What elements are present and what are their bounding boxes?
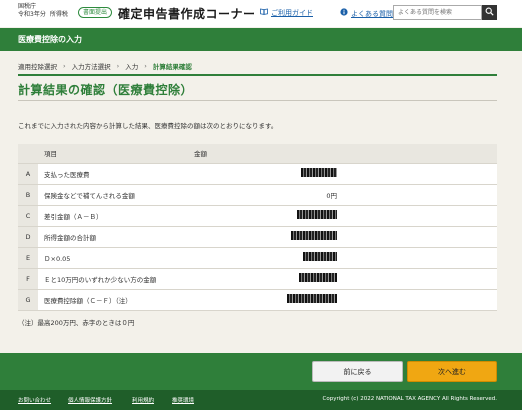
tax-type: 所得税 bbox=[49, 11, 68, 18]
chevron-right-icon: › bbox=[116, 61, 120, 70]
row-amount bbox=[188, 268, 497, 290]
row-letter: C bbox=[18, 205, 38, 227]
row-letter: D bbox=[18, 226, 38, 248]
agency-info: 国税庁 令和3年分 所得税 bbox=[18, 3, 68, 19]
redacted-value bbox=[303, 252, 337, 261]
table-header-row: 項目 金額 bbox=[18, 144, 497, 164]
step-item: 適用控除選択 bbox=[18, 62, 57, 71]
footnote: （注）最高200万円、赤字のときは０円 bbox=[18, 319, 135, 327]
next-button[interactable]: 次へ進む bbox=[407, 361, 497, 382]
table-row: E Ｄ×0.05 bbox=[18, 247, 497, 269]
footer-link-terms[interactable]: 利用規約 bbox=[132, 396, 154, 404]
chevron-right-icon: › bbox=[63, 61, 66, 70]
agency-name: 国税庁 bbox=[18, 3, 37, 10]
row-item: 医療費控除額（Ｃ－Ｆ）（注） bbox=[38, 289, 188, 311]
step-item: 入力 bbox=[125, 62, 139, 71]
faq-link-label: よくある質問 bbox=[351, 10, 393, 18]
title-divider bbox=[18, 100, 497, 101]
row-amount bbox=[188, 247, 497, 269]
back-button[interactable]: 前に戻る bbox=[312, 361, 403, 382]
table-row: B 保険金などで補てんされる金額 0円 bbox=[18, 184, 497, 206]
redacted-value bbox=[287, 294, 337, 303]
column-header-item: 項目 bbox=[38, 144, 188, 164]
footer-link-contact[interactable]: お問い合わせ bbox=[18, 396, 51, 404]
submission-badge: 書面提出 bbox=[78, 7, 113, 18]
info-circle-icon bbox=[340, 8, 348, 18]
step-divider bbox=[18, 74, 497, 76]
footer-link-environment[interactable]: 推奨環境 bbox=[172, 396, 194, 404]
faq-link[interactable]: よくある質問 bbox=[340, 8, 393, 19]
row-item: Ｄ×0.05 bbox=[38, 247, 188, 269]
guide-link-label: ご利用ガイド bbox=[271, 9, 313, 17]
book-icon bbox=[260, 8, 268, 17]
table-row: G 医療費控除額（Ｃ－Ｆ）（注） bbox=[18, 289, 497, 311]
row-item: 保険金などで補てんされる金額 bbox=[38, 184, 188, 206]
row-letter: E bbox=[18, 247, 38, 269]
chevron-right-icon: › bbox=[144, 61, 147, 70]
search-button[interactable] bbox=[482, 5, 497, 20]
step-item: 入力方法選択 bbox=[71, 62, 111, 71]
table-row: F Ｅと10万円のいずれか少ない方の金額 bbox=[18, 268, 497, 290]
redacted-value bbox=[299, 273, 337, 282]
app-title: 確定申告書作成コーナー bbox=[118, 7, 256, 21]
row-amount bbox=[188, 163, 497, 185]
table-row: C 差引金額（Ａ－Ｂ） bbox=[18, 205, 497, 227]
year-tax-type: 令和3年分 所得税 bbox=[18, 11, 68, 19]
guide-link[interactable]: ご利用ガイド bbox=[260, 8, 313, 18]
row-item: 支払った医療費 bbox=[38, 163, 188, 185]
intro-text: これまでに入力された内容から計算した結果、医療費控除の額は次のとおりになります。 bbox=[18, 122, 278, 130]
row-amount bbox=[188, 226, 497, 248]
section-header: 医療費控除の入力 bbox=[0, 28, 522, 51]
results-table: 項目 金額 A 支払った医療費 B 保険金などで補てんされる金額 0円 C 差引… bbox=[18, 144, 497, 311]
redacted-value bbox=[297, 210, 337, 219]
page-title: 計算結果の確認（医療費控除） bbox=[18, 83, 194, 97]
footer-link-privacy[interactable]: 個人情報保護方針 bbox=[68, 396, 112, 404]
table-row: D 所得金額の合計額 bbox=[18, 226, 497, 248]
redacted-value bbox=[301, 168, 337, 177]
table-row: A 支払った医療費 bbox=[18, 163, 497, 185]
row-item: 差引金額（Ａ－Ｂ） bbox=[38, 205, 188, 227]
action-bar: 前に戻る 次へ進む bbox=[0, 353, 522, 390]
row-letter: B bbox=[18, 184, 38, 206]
row-item: 所得金額の合計額 bbox=[38, 226, 188, 248]
search-icon bbox=[485, 7, 494, 18]
row-amount bbox=[188, 289, 497, 311]
row-letter: G bbox=[18, 289, 38, 311]
row-letter: F bbox=[18, 268, 38, 290]
row-amount bbox=[188, 205, 497, 227]
column-header-amount: 金額 bbox=[188, 144, 497, 164]
row-item: Ｅと10万円のいずれか少ない方の金額 bbox=[38, 268, 188, 290]
faq-search-input[interactable] bbox=[393, 5, 482, 20]
redacted-value bbox=[291, 231, 337, 240]
column-header-letter bbox=[18, 144, 38, 164]
tax-year: 令和3年分 bbox=[18, 11, 46, 18]
top-header: 国税庁 令和3年分 所得税 書面提出 確定申告書作成コーナー ご利用ガイド よくあ… bbox=[0, 0, 522, 27]
step-item-current: 計算結果確認 bbox=[152, 62, 192, 71]
row-letter: A bbox=[18, 163, 38, 185]
copyright-text: Copyright (c) 2022 NATIONAL TAX AGENCY A… bbox=[322, 396, 497, 402]
step-breadcrumb: 適用控除選択 › 入力方法選択 › 入力 › 計算結果確認 bbox=[18, 58, 192, 73]
site-footer: お問い合わせ 個人情報保護方針 利用規約 推奨環境 Copyright (c) … bbox=[0, 390, 522, 410]
row-amount: 0円 bbox=[188, 184, 497, 206]
